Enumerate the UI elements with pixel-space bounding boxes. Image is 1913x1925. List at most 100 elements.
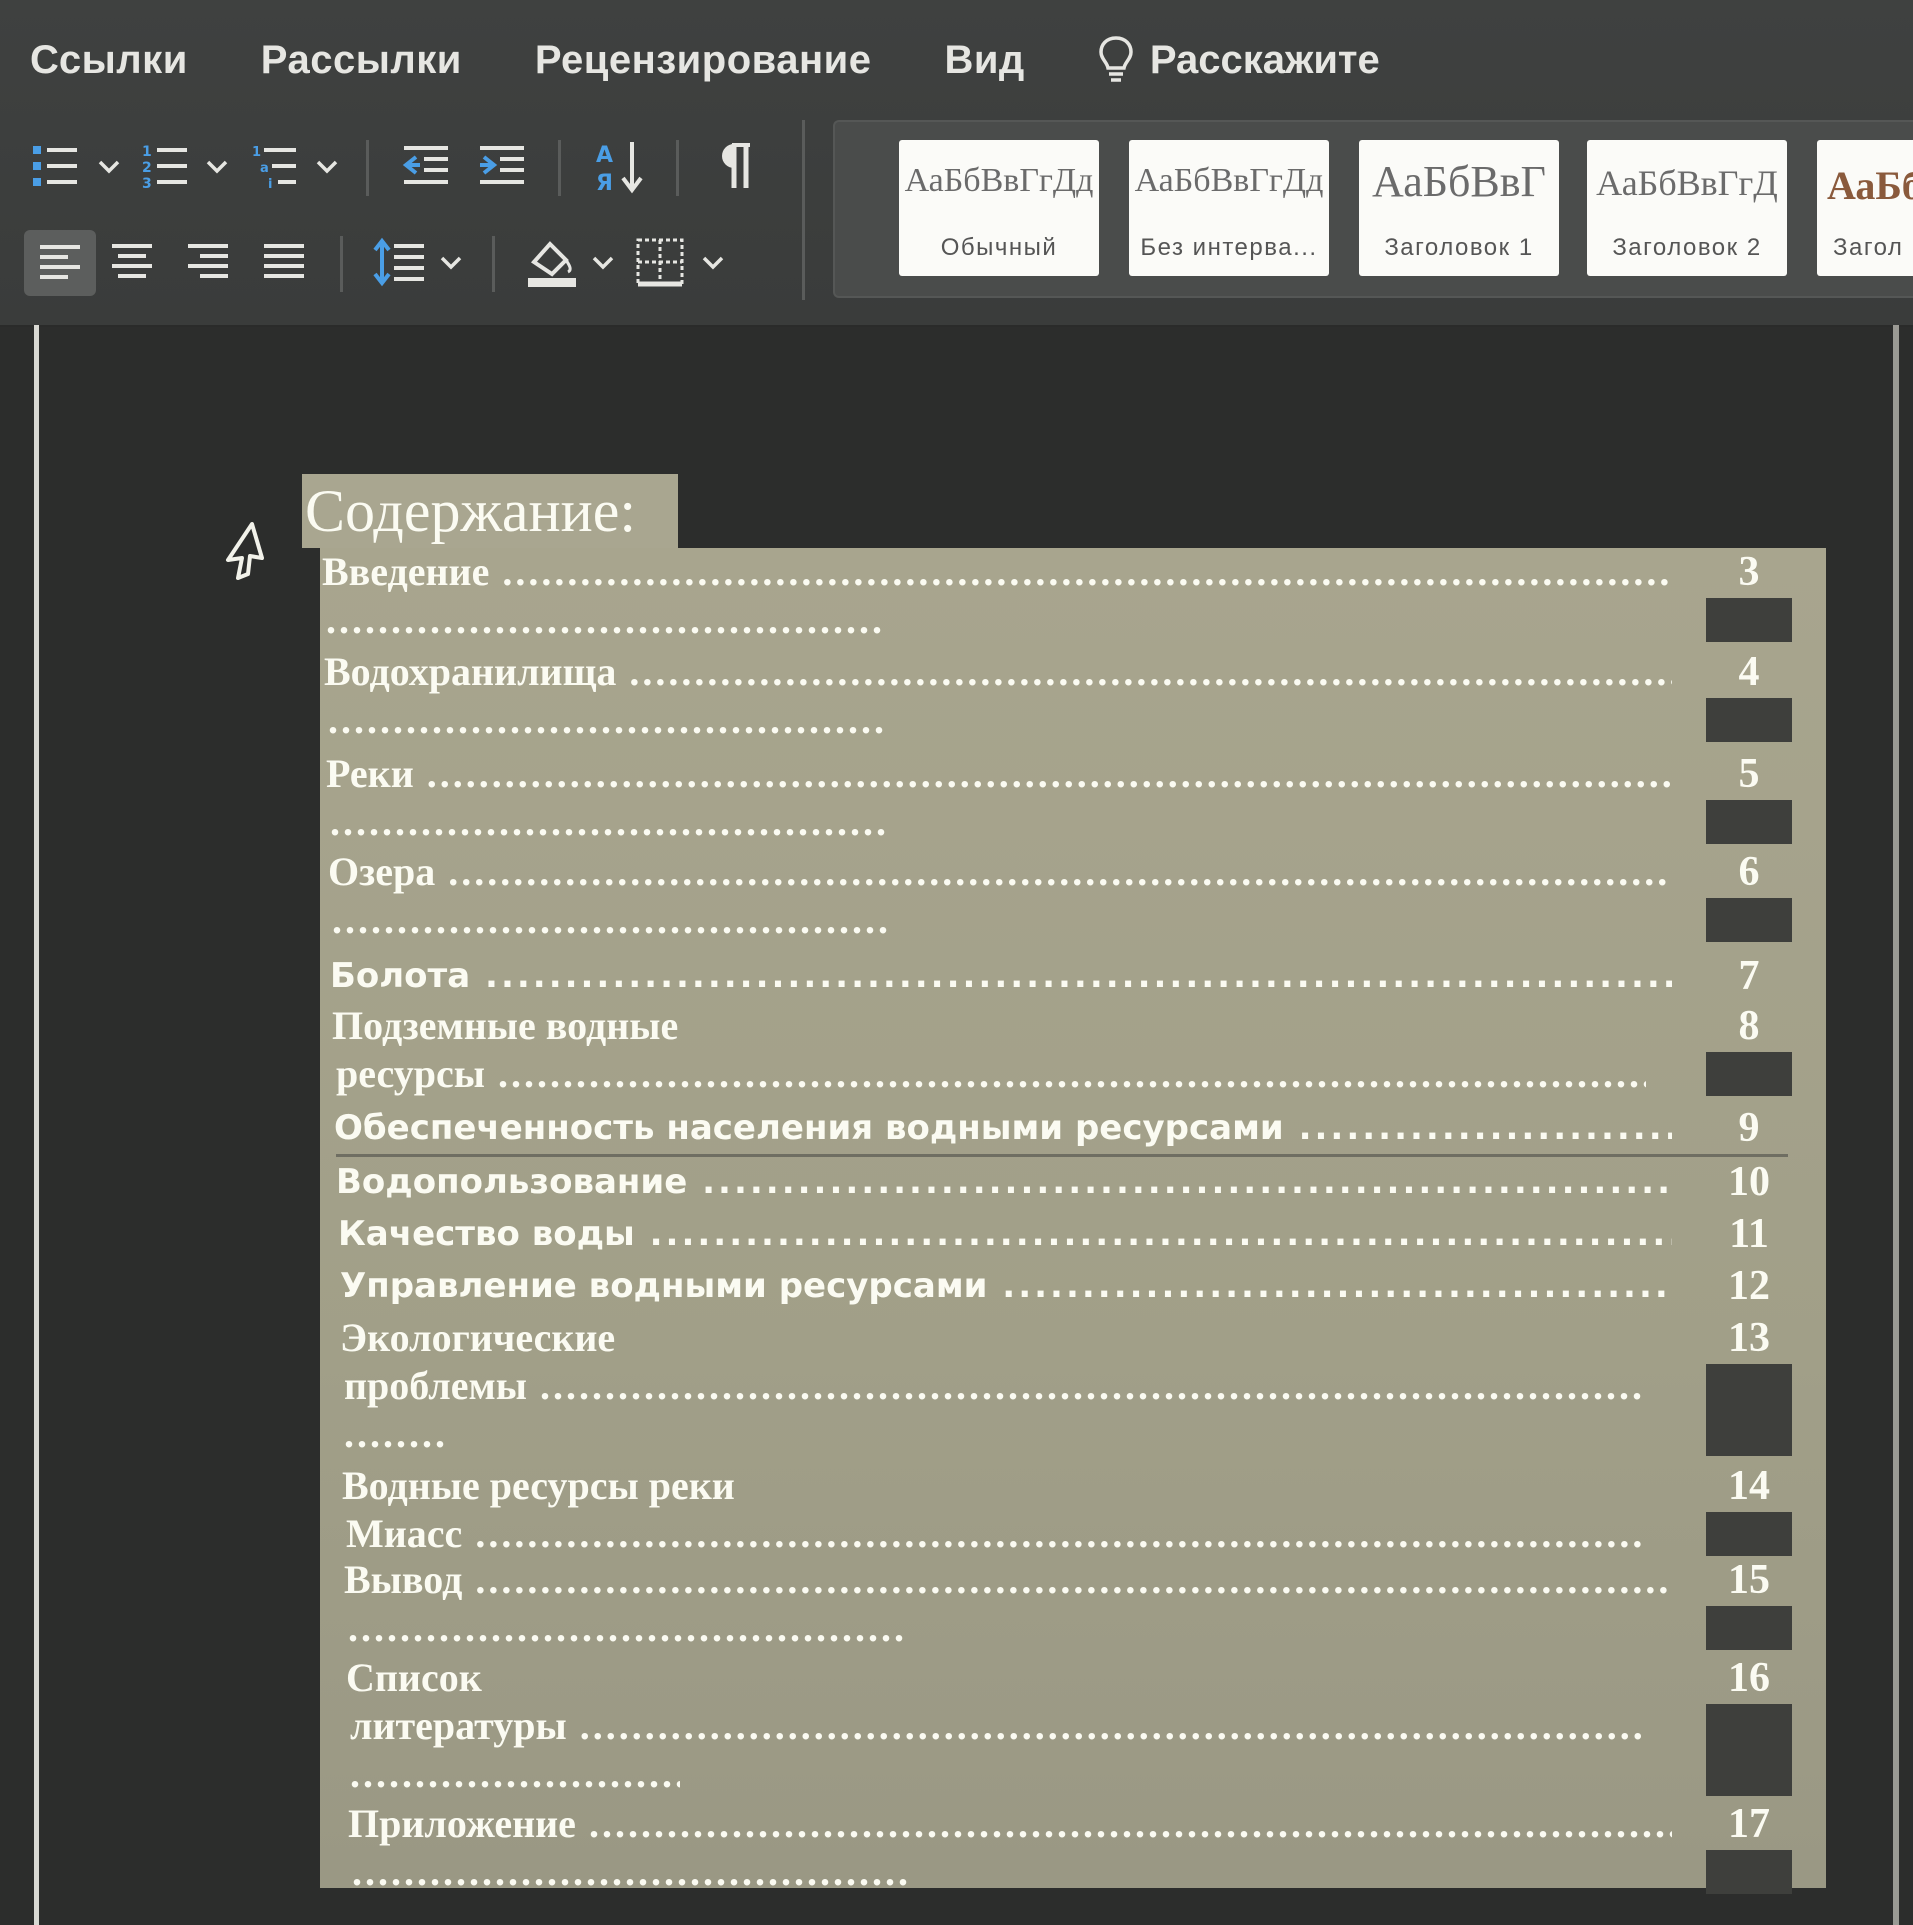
dot-leader: ........................................…: [344, 1411, 444, 1456]
borders-icon: [636, 238, 684, 287]
separator: [676, 140, 679, 196]
dot-leader: ........................................…: [502, 549, 1672, 594]
toc-entry-continuation: ........................................…: [332, 896, 892, 944]
separator: [802, 120, 805, 300]
toc-entry-title[interactable]: Водохранилища ..........................…: [324, 648, 1672, 696]
toc-entry-title[interactable]: Экологические: [340, 1314, 1672, 1362]
style-heading-2[interactable]: АаБбВвГгД Заголовок 2: [1587, 140, 1787, 276]
toc-entry-label: Качество воды: [338, 1214, 635, 1254]
chevron-down-icon[interactable]: [98, 160, 120, 174]
toc-entry-title[interactable]: Подземные водные: [332, 1002, 1672, 1050]
decrease-indent-button[interactable]: [400, 140, 452, 192]
svg-text:a: a: [260, 161, 269, 176]
align-right-button[interactable]: [184, 238, 232, 286]
bullet-list-button[interactable]: [30, 140, 82, 192]
style-name: Обычный: [940, 234, 1058, 261]
style-heading-3[interactable]: АаБб Загол: [1817, 140, 1913, 276]
chevron-down-icon[interactable]: [702, 256, 724, 270]
dot-leader: ........................................…: [497, 1051, 1646, 1096]
dot-leader: ........................................…: [475, 1557, 1672, 1602]
svg-text:1: 1: [252, 145, 261, 160]
toc-entry-title[interactable]: Болота .................................…: [330, 952, 1672, 1000]
style-name: Заголовок 2: [1612, 234, 1762, 261]
toc-entry-title[interactable]: Управление водными ресурсами ...........…: [340, 1262, 1672, 1310]
tab-view[interactable]: Вид: [944, 38, 1024, 83]
ribbon: Ссылки Рассылки Рецензирование Вид Расск…: [0, 0, 1913, 327]
toc-entry-title[interactable]: Вывод ..................................…: [344, 1556, 1672, 1604]
toc-entry-title[interactable]: Реки ...................................…: [326, 750, 1672, 798]
chevron-down-icon[interactable]: [440, 256, 462, 270]
tell-me-label: Расскажите: [1149, 37, 1380, 82]
separator: [558, 140, 561, 196]
pilcrow-icon: [722, 143, 750, 188]
toc-entry-label: Приложение: [348, 1801, 576, 1846]
style-sample: АаБбВвГгДд: [904, 162, 1094, 199]
dot-leader: ........................................…: [348, 1605, 908, 1650]
numbered-list-button[interactable]: 1 2 3: [140, 140, 192, 192]
borders-button[interactable]: [634, 236, 686, 288]
toc-entry-continuation: проблемы ...............................…: [344, 1362, 1646, 1410]
toc-entry-label: Миасс: [346, 1511, 463, 1556]
separator: [366, 140, 369, 196]
toc-entry-title[interactable]: Обеспеченность населения водными ресурса…: [334, 1104, 1672, 1152]
toc-page-number: 3: [1738, 549, 1760, 595]
chevron-down-icon[interactable]: [206, 160, 228, 174]
tab-mailings[interactable]: Рассылки: [261, 38, 462, 83]
chevron-down-icon[interactable]: [592, 256, 614, 270]
toc-page-number: 12: [1728, 1263, 1770, 1309]
show-formatting-button[interactable]: [716, 140, 758, 192]
tab-references[interactable]: Ссылки: [30, 38, 188, 83]
chevron-down-icon[interactable]: [316, 160, 338, 174]
separator: [492, 236, 495, 292]
svg-text:2: 2: [142, 160, 152, 176]
toc-entry-title[interactable]: Список: [346, 1654, 1672, 1702]
toc-entry-continuation: ........................................…: [348, 1604, 908, 1652]
dot-leader: ........................................…: [350, 1751, 680, 1796]
lightbulb-icon: [1099, 36, 1133, 82]
bullet-list-icon: [33, 146, 77, 186]
toc-entry-label: Водохранилища: [324, 649, 617, 694]
ribbon-tabs: Ссылки Рассылки Рецензирование Вид Расск…: [30, 30, 1380, 90]
line-spacing-button[interactable]: [372, 236, 428, 288]
justify-button[interactable]: [260, 238, 308, 286]
toc-page-number: 17: [1728, 1801, 1770, 1847]
style-sample: АаБб: [1827, 163, 1913, 208]
toc-entry-title[interactable]: Озера ..................................…: [328, 848, 1672, 896]
toc-entry-title[interactable]: Качество воды ..........................…: [338, 1210, 1672, 1258]
page-edge: [1893, 325, 1899, 1925]
increase-indent-button[interactable]: [476, 140, 528, 192]
increase-indent-icon: [480, 146, 524, 184]
align-left-icon: [40, 245, 80, 279]
toc-entry-title[interactable]: Водные ресурсы реки: [342, 1462, 1672, 1510]
tell-me-box[interactable]: Расскажите: [1098, 35, 1380, 85]
sort-button[interactable]: A Я: [592, 138, 648, 196]
multilevel-list-icon: 1 a i: [252, 145, 296, 192]
dot-leader: ........................................…: [330, 799, 890, 844]
toc-entry-title[interactable]: Введение ...............................…: [322, 548, 1672, 596]
toc-entry-label: Озера: [328, 849, 436, 894]
toc-entry-title[interactable]: Приложение .............................…: [348, 1800, 1672, 1848]
multilevel-list-button[interactable]: 1 a i: [250, 140, 302, 192]
style-heading-1[interactable]: АаБбВвГ Заголовок 1: [1359, 140, 1559, 276]
toc-entry-continuation: ........................................…: [352, 1848, 912, 1896]
numbered-list-icon: 1 2 3: [142, 144, 187, 192]
align-left-button[interactable]: [24, 230, 96, 296]
svg-text:A: A: [596, 143, 613, 168]
toc-entry-continuation: литературы .............................…: [350, 1702, 1646, 1750]
toc-title[interactable]: Содержание:: [305, 474, 636, 548]
shading-icon: [528, 241, 576, 287]
dot-leader: ........................................…: [588, 1801, 1672, 1846]
toc-entry-title[interactable]: Водопользование ........................…: [336, 1158, 1672, 1206]
style-no-spacing[interactable]: АаБбВвГгДд Без интерва...: [1129, 140, 1329, 276]
style-sample: АаБбВвГгД: [1596, 163, 1778, 203]
divider: [336, 1154, 1788, 1157]
toc-page-number: 9: [1738, 1105, 1760, 1151]
style-normal[interactable]: АаБбВвГгДд Обычный: [899, 140, 1099, 276]
toc-entry-label: Список: [346, 1655, 482, 1700]
toc-page-number: 13: [1728, 1315, 1770, 1361]
style-name: Заголовок 1: [1384, 234, 1534, 261]
align-center-icon: [112, 244, 152, 278]
shading-button[interactable]: [524, 232, 580, 290]
tab-review[interactable]: Рецензирование: [535, 38, 872, 83]
align-center-button[interactable]: [108, 238, 156, 286]
